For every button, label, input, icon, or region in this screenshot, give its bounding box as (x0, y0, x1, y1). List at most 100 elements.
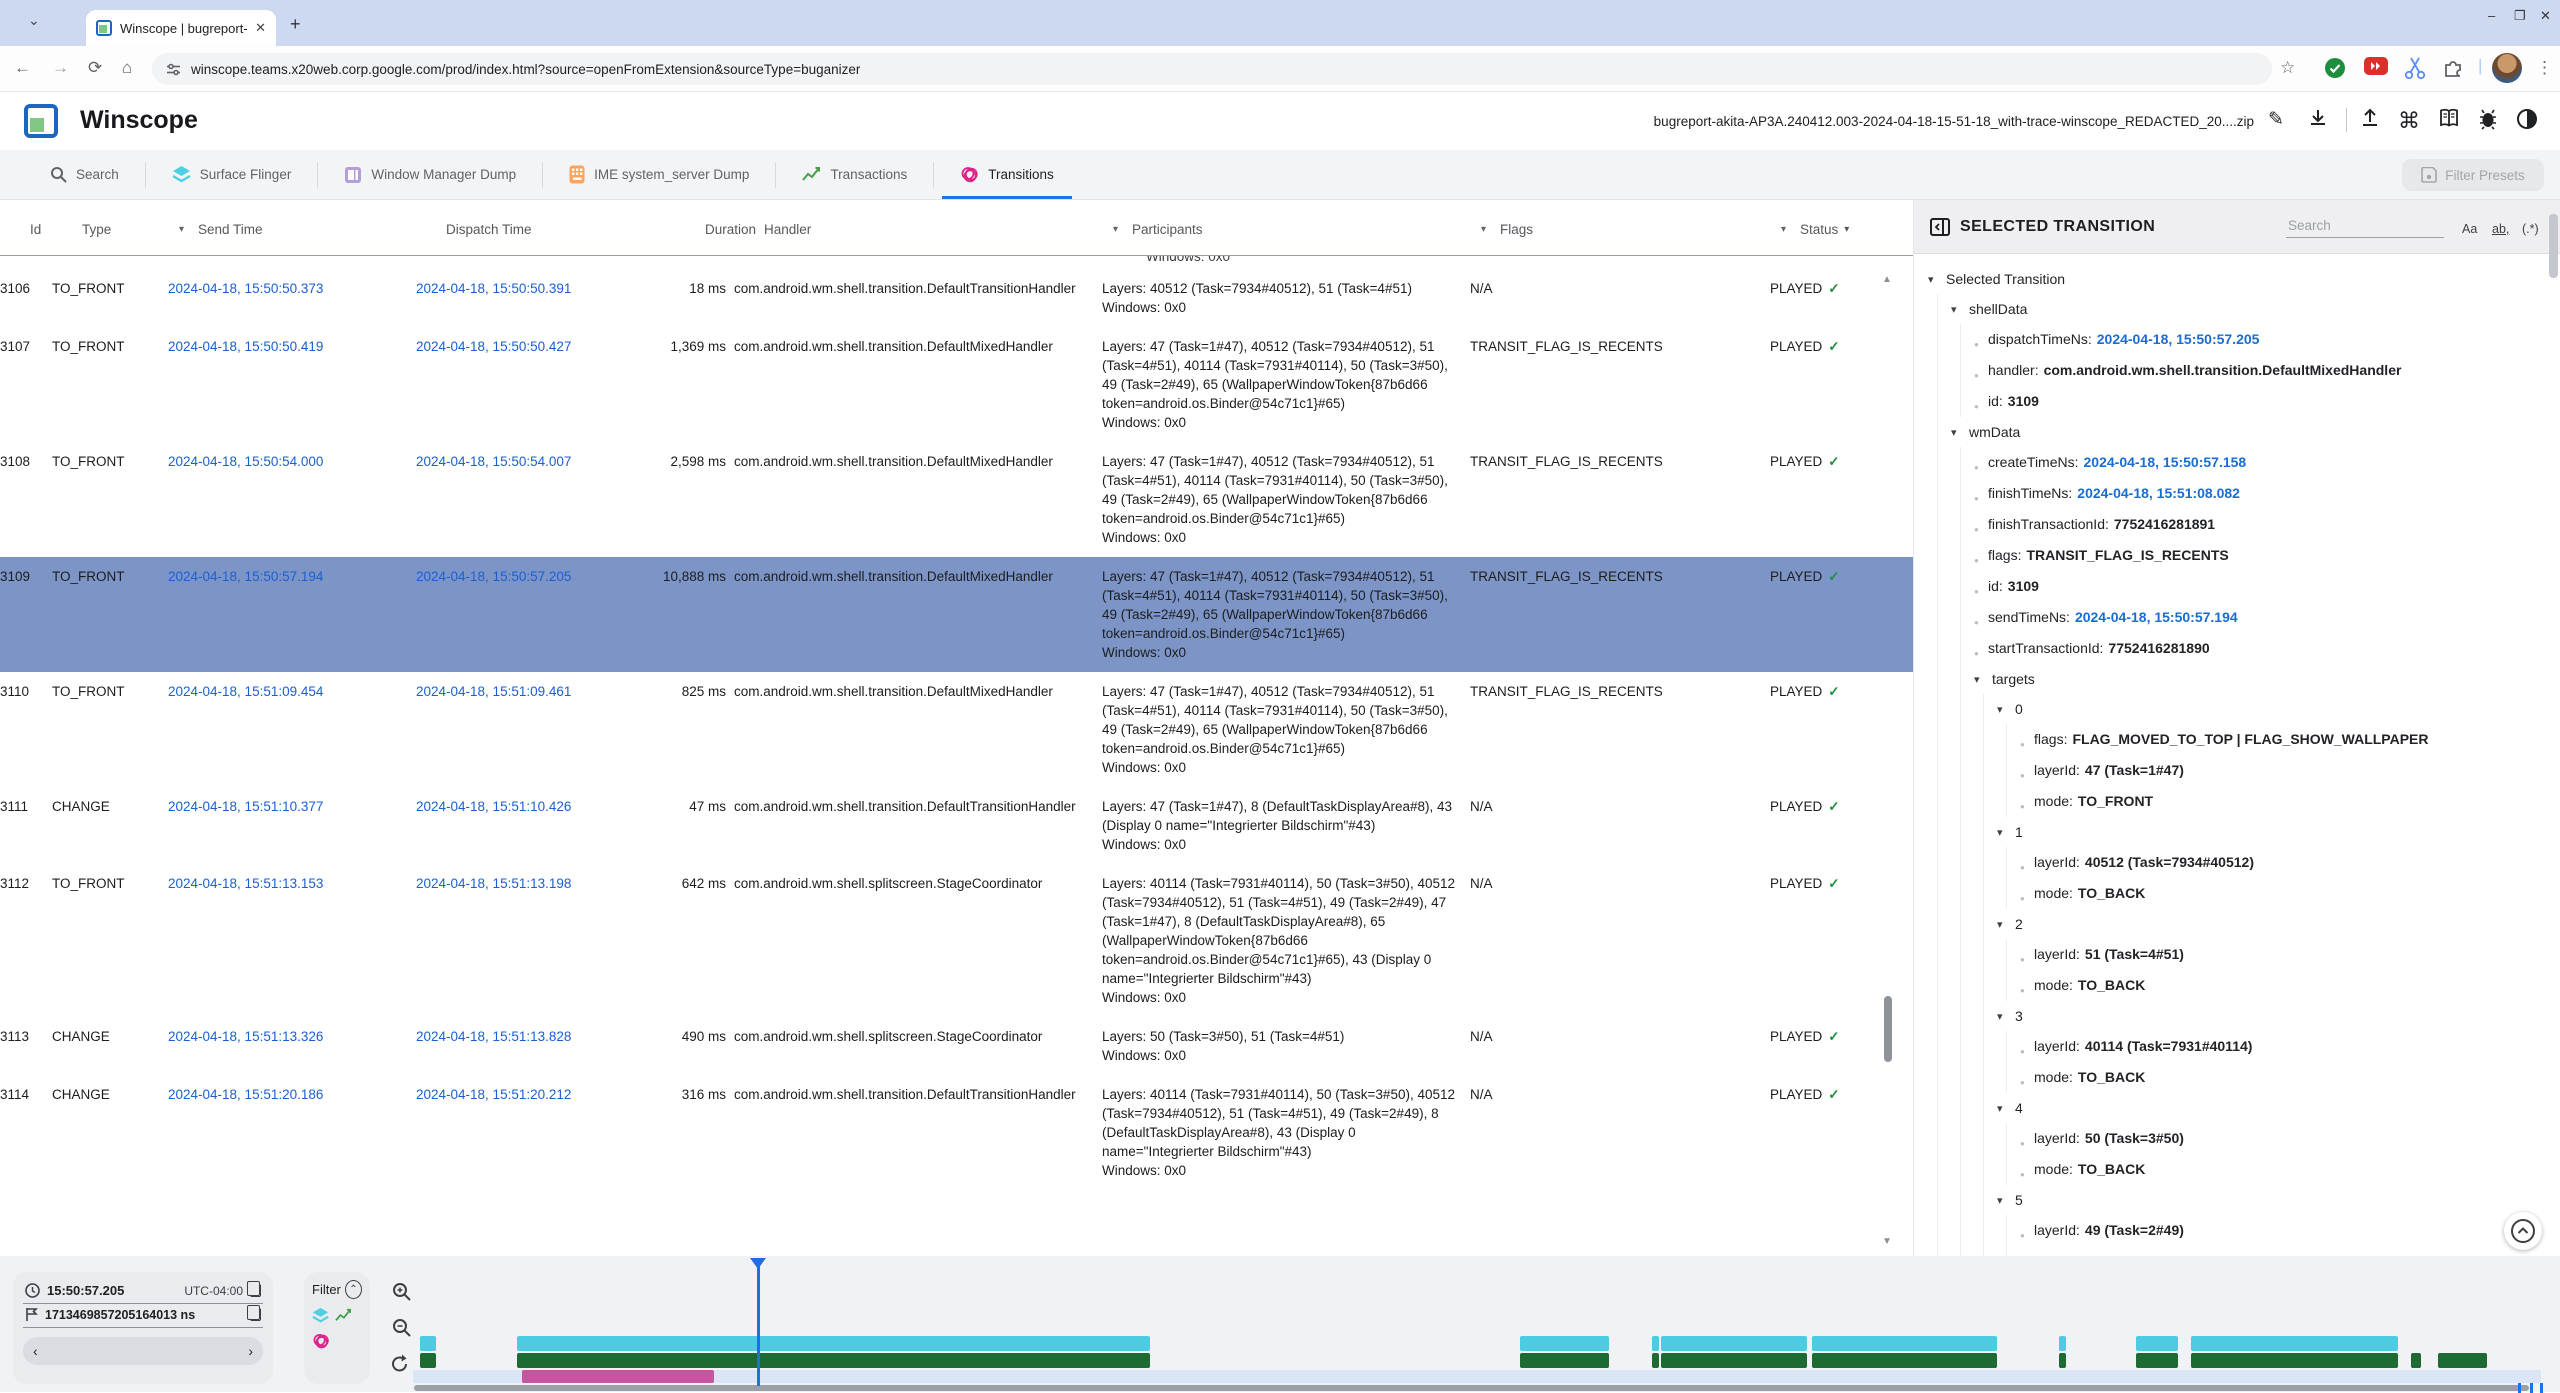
tree-leaf[interactable]: ●flags:TRANSIT_FLAG_IS_RECENTS (1974, 540, 2552, 571)
regex-toggle[interactable]: (.*) (2522, 222, 2539, 236)
filter-chevron-icon[interactable]: ▾ (179, 224, 184, 235)
table-row[interactable]: 3108TO_FRONT2024-04-18, 15:50:54.0002024… (0, 442, 1913, 557)
caret-down-icon[interactable]: ▾ (1997, 1007, 2015, 1027)
transitions-track[interactable] (413, 1370, 2545, 1383)
copy-ns-icon[interactable] (250, 1308, 261, 1321)
address-bar[interactable]: winscope.teams.x20web.corp.google.com/pr… (152, 53, 2272, 85)
table-row[interactable]: 3110TO_FRONT2024-04-18, 15:51:09.4542024… (0, 672, 1913, 787)
tree-node[interactable]: ▾3 (1997, 1001, 2552, 1031)
browser-menu-icon[interactable]: ⋮ (2536, 58, 2553, 78)
collapse-filter-icon[interactable]: ⌃ (345, 1280, 362, 1299)
tab-ime-system-server-dump[interactable]: IME system_server Dump (543, 150, 775, 199)
window-restore-icon[interactable]: ❐ (2514, 8, 2526, 24)
trace-segment[interactable] (2438, 1353, 2487, 1368)
tree-node[interactable]: ▾1 (1997, 817, 2552, 847)
browser-tab[interactable]: Winscope | bugreport-ak ✕ (86, 10, 276, 46)
tree-leaf[interactable]: ●flags:FLAG_MOVED_TO_TOP | FLAG_SHOW_WAL… (2020, 724, 2552, 755)
transitions-trace-icon[interactable] (312, 1332, 330, 1350)
trace-segment[interactable] (2136, 1353, 2179, 1368)
collapse-panel-button[interactable] (2504, 1212, 2542, 1250)
filter-chevron-icon[interactable]: ▾ (1113, 224, 1118, 235)
caret-down-icon[interactable]: ▾ (1928, 270, 1946, 290)
timeline-scrollbar[interactable] (414, 1385, 2529, 1391)
trace-segment[interactable] (1661, 1353, 1807, 1368)
tree-node[interactable]: ▾5 (1997, 1185, 2552, 1215)
extension-scissors-icon[interactable] (2404, 56, 2426, 80)
tree-node[interactable]: ▾2 (1997, 909, 2552, 939)
tree-leaf[interactable]: ●mode:TO_FRONT (2020, 786, 2552, 817)
column-header-participants[interactable]: Participants▾ (1132, 222, 1500, 237)
tab-surface-flinger[interactable]: Surface Flinger (146, 150, 318, 199)
column-header-send-time[interactable]: Send Time (198, 222, 446, 237)
theme-toggle-icon[interactable] (2516, 108, 2538, 130)
row-dispatch-time[interactable]: 2024-04-18, 15:51:13.828 (416, 1027, 662, 1065)
transactions-trace-icon[interactable] (335, 1308, 352, 1323)
column-header-duration[interactable]: Duration (692, 222, 764, 237)
table-row[interactable]: 3114CHANGE2024-04-18, 15:51:20.1862024-0… (0, 1075, 1913, 1190)
tree-leaf[interactable]: ●dispatchTimeNs:2024-04-18, 15:50:57.205 (1974, 324, 2552, 355)
reset-zoom-icon[interactable] (390, 1354, 410, 1374)
trace-segment[interactable] (2136, 1336, 2179, 1351)
row-send-time[interactable]: 2024-04-18, 15:51:13.153 (168, 874, 416, 1007)
upload-icon[interactable] (2360, 108, 2380, 128)
extension-video-icon[interactable] (2364, 57, 2388, 75)
scroll-up-icon[interactable]: ▲ (1882, 274, 1892, 285)
column-header-type[interactable]: Type▾ (82, 222, 198, 237)
zoom-out-icon[interactable] (392, 1318, 411, 1337)
trace-segment[interactable] (1520, 1353, 1610, 1368)
row-send-time[interactable]: 2024-04-18, 15:51:10.377 (168, 797, 416, 854)
row-send-time[interactable]: 2024-04-18, 15:51:09.454 (168, 682, 416, 777)
tree-leaf[interactable]: ●startTransactionId:7752416281890 (1974, 633, 2552, 664)
tab-search-icon[interactable]: ⌄ (28, 12, 40, 29)
filter-chevron-icon[interactable]: ▾ (1481, 224, 1486, 235)
row-send-time[interactable]: 2024-04-18, 15:50:57.194 (168, 567, 416, 662)
trace-segment[interactable] (420, 1353, 436, 1368)
table-row[interactable]: 3111CHANGE2024-04-18, 15:51:10.3772024-0… (0, 787, 1913, 864)
trace-segment[interactable] (2191, 1353, 2398, 1368)
bookmark-star-icon[interactable]: ☆ (2280, 58, 2295, 78)
filter-chevron-icon[interactable]: ▾ (1781, 224, 1786, 235)
tab-transactions[interactable]: Transactions (776, 150, 933, 199)
shortcuts-icon[interactable]: ⌘ (2398, 108, 2420, 134)
table-scrollbar[interactable] (1884, 996, 1892, 1062)
tree-leaf[interactable]: ●createTimeNs:2024-04-18, 15:50:57.158 (1974, 447, 2552, 478)
edit-filename-icon[interactable]: ✎ (2268, 108, 2284, 131)
row-dispatch-time[interactable]: 2024-04-18, 15:50:54.007 (416, 452, 662, 547)
tree-leaf[interactable]: ●finishTimeNs:2024-04-18, 15:51:08.082 (1974, 478, 2552, 509)
report-bug-icon[interactable] (2478, 108, 2498, 130)
match-word-toggle[interactable]: ab, (2492, 222, 2509, 236)
zoom-in-icon[interactable] (392, 1282, 411, 1301)
tree-leaf[interactable]: ●mode:TO_BACK (2020, 1062, 2552, 1093)
trace-segment[interactable] (2411, 1353, 2422, 1368)
reload-icon[interactable]: ⟳ (88, 58, 102, 78)
window-minimize-icon[interactable]: – (2488, 8, 2495, 23)
forward-icon[interactable]: → (52, 58, 69, 78)
row-dispatch-time[interactable]: 2024-04-18, 15:50:50.391 (416, 279, 662, 317)
row-dispatch-time[interactable]: 2024-04-18, 15:51:09.461 (416, 682, 662, 777)
row-send-time[interactable]: 2024-04-18, 15:50:50.419 (168, 337, 416, 432)
row-dispatch-time[interactable]: 2024-04-18, 15:50:57.205 (416, 567, 662, 662)
row-dispatch-time[interactable]: 2024-04-18, 15:51:13.198 (416, 874, 662, 1007)
trace-segment[interactable] (517, 1353, 1150, 1368)
tree-leaf[interactable]: ●id:3109 (1974, 386, 2552, 417)
row-dispatch-time[interactable]: 2024-04-18, 15:50:50.427 (416, 337, 662, 432)
column-header-flags[interactable]: Flags▾ (1500, 222, 1800, 237)
frame-stepper[interactable]: ‹ › (23, 1337, 263, 1365)
tree-leaf[interactable]: ●sendTimeNs:2024-04-18, 15:50:57.194 (1974, 602, 2552, 633)
documentation-icon[interactable] (2438, 108, 2460, 128)
tree-node[interactable]: ▾0 (1997, 694, 2552, 724)
panel-search-input[interactable] (2286, 214, 2444, 238)
tree-leaf[interactable]: ●id:3109 (1974, 571, 2552, 602)
tree-leaf[interactable]: ●layerId:49 (Task=2#49) (2020, 1215, 2552, 1246)
tree-leaf[interactable]: ●layerId:40114 (Task=7931#40114) (2020, 1031, 2552, 1062)
row-send-time[interactable]: 2024-04-18, 15:50:54.000 (168, 452, 416, 547)
tree-leaf[interactable]: ●mode:TO_BACK (2020, 878, 2552, 909)
filter-chevron-icon[interactable]: ▾ (1844, 224, 1849, 235)
tab-search[interactable]: Search (24, 150, 145, 199)
download-icon[interactable] (2308, 108, 2328, 128)
trace-segment[interactable] (1661, 1336, 1807, 1351)
row-dispatch-time[interactable]: 2024-04-18, 15:51:20.212 (416, 1085, 662, 1180)
caret-down-icon[interactable]: ▾ (1997, 1099, 2015, 1119)
panel-scrollbar[interactable] (2549, 214, 2558, 278)
table-row[interactable]: 3113CHANGE2024-04-18, 15:51:13.3262024-0… (0, 1017, 1913, 1075)
